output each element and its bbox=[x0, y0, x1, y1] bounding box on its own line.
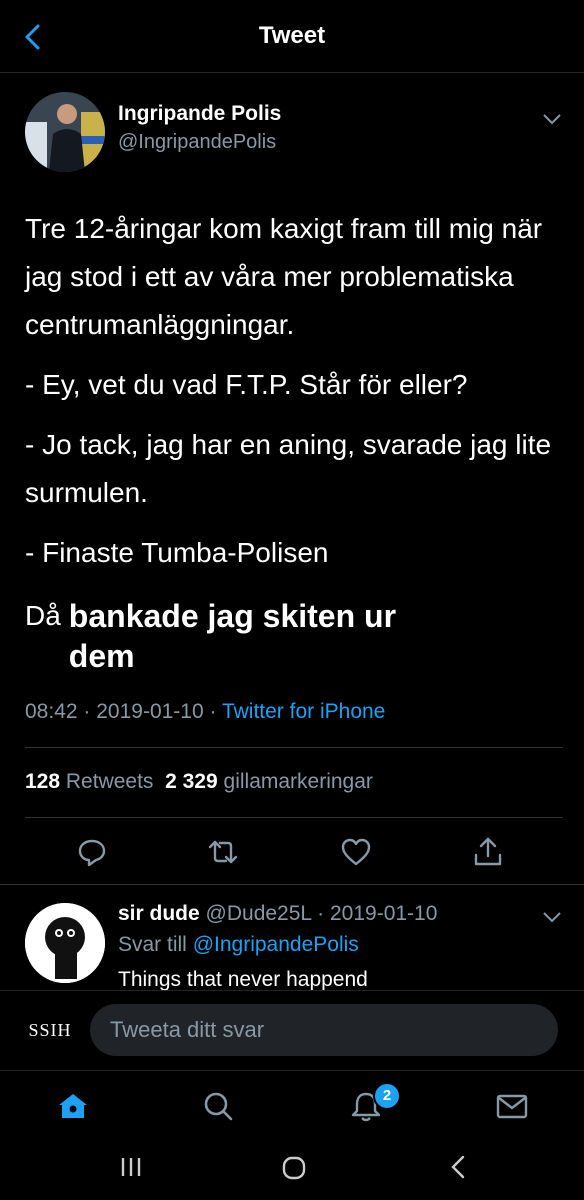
author-name[interactable]: Ingripande Polis bbox=[118, 102, 281, 126]
retweets-label[interactable]: Retweets bbox=[66, 770, 154, 793]
tweet-date: 2019-01-10 bbox=[96, 700, 204, 723]
reply-input[interactable]: Tweeta ditt svar bbox=[90, 1004, 558, 1056]
divider bbox=[25, 747, 563, 748]
reply-to-line: Svar till @IngripandePolis bbox=[118, 933, 359, 957]
current-user-avatar[interactable]: SSIH bbox=[22, 1010, 78, 1050]
system-back-icon[interactable] bbox=[446, 1154, 472, 1180]
home-button-icon[interactable] bbox=[280, 1154, 308, 1182]
retweets-count[interactable]: 128 bbox=[25, 770, 60, 793]
likes-label[interactable]: gillamarkeringar bbox=[224, 770, 373, 793]
reply-icon[interactable] bbox=[74, 834, 110, 870]
tweet-paragraph: - Finaste Tumba-Polisen bbox=[25, 537, 329, 568]
author-avatar[interactable] bbox=[25, 92, 105, 172]
tweet-text: Tre 12-åringar kom kaxigt fram till mig … bbox=[25, 205, 565, 589]
divider bbox=[25, 817, 563, 818]
reply-header: sir dude @Dude25L · 2019-01-10 bbox=[118, 902, 438, 925]
retweet-icon[interactable] bbox=[205, 834, 241, 870]
tweet-final-line: Då bankade jag skiten ur dem bbox=[25, 596, 565, 676]
reply-to-mention[interactable]: @IngripandePolis bbox=[193, 933, 359, 956]
recent-apps-icon[interactable] bbox=[118, 1154, 144, 1180]
chevron-down-icon[interactable] bbox=[540, 908, 564, 926]
likes-count[interactable]: 2 329 bbox=[165, 770, 218, 793]
page-title: Tweet bbox=[258, 22, 326, 49]
chevron-down-icon[interactable] bbox=[540, 110, 564, 128]
reply-author-name[interactable]: sir dude bbox=[118, 902, 200, 925]
tweet-paragraph: Tre 12-åringar kom kaxigt fram till mig … bbox=[25, 213, 543, 340]
home-icon[interactable] bbox=[55, 1088, 91, 1124]
reply-text: Things that never happend bbox=[118, 968, 368, 990]
divider bbox=[0, 884, 584, 885]
share-icon[interactable] bbox=[470, 834, 506, 870]
final-line-bold: bankade jag skiten ur dem bbox=[68, 598, 397, 674]
tweet-stats: 128 Retweets 2 329 gillamarkeringar bbox=[25, 770, 373, 794]
tweet-paragraph: - Jo tack, jag har en aning, svarade jag… bbox=[25, 429, 552, 508]
reply-avatar[interactable] bbox=[25, 903, 105, 983]
final-line-prefix: Då bbox=[25, 600, 61, 631]
author-handle[interactable]: @IngripandePolis bbox=[118, 131, 276, 154]
tweet-time: 08:42 bbox=[25, 700, 78, 723]
tweet-meta: 08:42 · 2019-01-10 · Twitter for iPhone bbox=[25, 700, 386, 723]
reply-author-handle[interactable]: @Dude25L bbox=[206, 902, 312, 925]
reply-date: 2019-01-10 bbox=[329, 902, 438, 925]
notifications-badge: 2 bbox=[373, 1082, 401, 1110]
reply-to-label: Svar till bbox=[118, 933, 187, 956]
search-icon[interactable] bbox=[200, 1088, 236, 1124]
tweet-paragraph: - Ey, vet du vad F.T.P. Står för eller? bbox=[25, 369, 468, 400]
like-heart-icon[interactable] bbox=[338, 834, 374, 870]
messages-envelope-icon[interactable] bbox=[494, 1088, 530, 1124]
tweet-source-link[interactable]: Twitter for iPhone bbox=[222, 700, 385, 723]
